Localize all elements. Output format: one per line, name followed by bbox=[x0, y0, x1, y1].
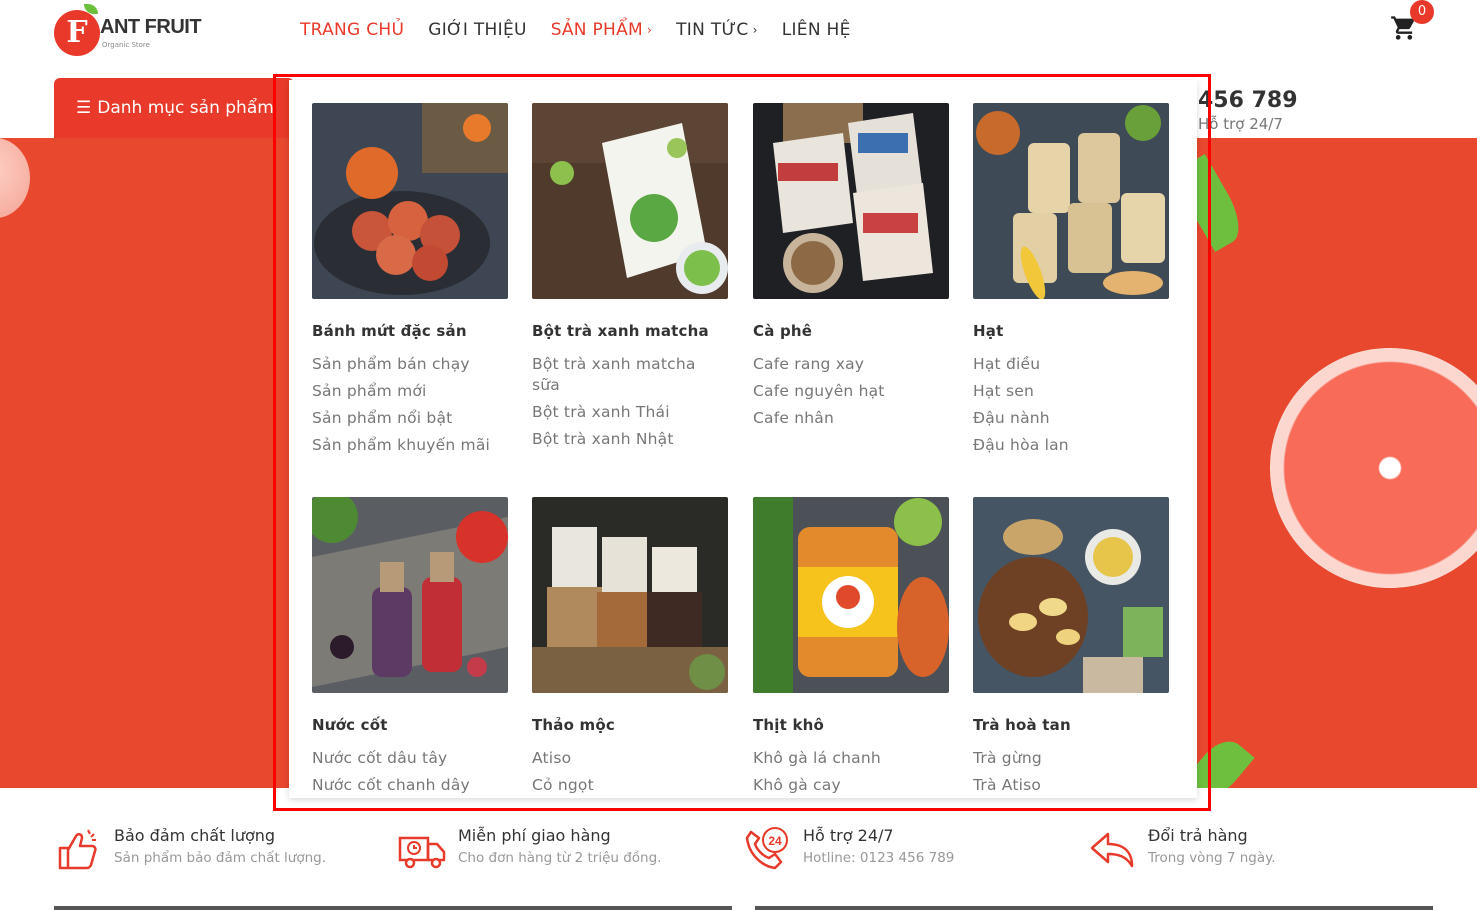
thumbs-up-icon bbox=[58, 829, 97, 870]
main-nav: TRANG CHỦ GIỚI THIỆU SẢN PHẨM › TIN TỨC … bbox=[300, 20, 851, 40]
nav-item-label: LIÊN HỆ bbox=[781, 20, 851, 40]
feature-title: Bảo đảm chất lượng bbox=[114, 826, 276, 845]
phone-24-icon: 24 bbox=[745, 827, 788, 870]
cart-count-badge: 0 bbox=[1410, 0, 1434, 24]
section-divider bbox=[54, 906, 732, 910]
feature-subtitle: Sản phẩm bảo đảm chất lượng. bbox=[114, 850, 327, 866]
feature-title: Hỗ trợ 24/7 bbox=[803, 826, 894, 845]
section-divider bbox=[755, 906, 1433, 910]
nav-item-label: GIỚI THIỆU bbox=[428, 20, 527, 40]
truck-icon bbox=[398, 836, 446, 869]
hotline: 456 789 Hỗ trợ 24/7 bbox=[1198, 88, 1298, 133]
nav-item-home[interactable]: TRANG CHỦ bbox=[300, 20, 404, 40]
logo[interactable]: F ANT FRUIT Organic Store bbox=[54, 4, 214, 56]
chevron-right-icon: › bbox=[647, 23, 653, 37]
page: F ANT FRUIT Organic Store TRANG CHỦ GIỚI… bbox=[0, 0, 1477, 910]
logo-mark: F bbox=[54, 10, 100, 56]
nav-item-products[interactable]: SẢN PHẨM › bbox=[551, 20, 652, 40]
logo-tagline: Organic Store bbox=[102, 41, 150, 49]
nav-item-contact[interactable]: LIÊN HỆ bbox=[782, 20, 851, 40]
feature-title: Miễn phí giao hàng bbox=[458, 826, 611, 845]
return-arrow-icon bbox=[1090, 832, 1134, 868]
hotline-number: 456 789 bbox=[1198, 88, 1298, 113]
feature-title: Đổi trả hàng bbox=[1148, 826, 1248, 845]
nav-item-label: TRANG CHỦ bbox=[300, 20, 405, 40]
list-icon: ☰ bbox=[76, 98, 92, 118]
chevron-right-icon: › bbox=[752, 23, 758, 37]
highlight-box bbox=[273, 74, 1211, 811]
hotline-sub: Hỗ trợ 24/7 bbox=[1198, 115, 1283, 133]
feature-subtitle: Cho đơn hàng từ 2 triệu đồng. bbox=[458, 850, 662, 866]
site-header: F ANT FRUIT Organic Store TRANG CHỦ GIỚI… bbox=[0, 0, 1477, 78]
features-bar: Bảo đảm chất lượng Sản phẩm bảo đảm chất… bbox=[0, 810, 1477, 910]
grapefruit-decoration bbox=[1270, 348, 1477, 588]
svg-text:24: 24 bbox=[768, 834, 782, 848]
nav-item-label: TIN TỨC bbox=[676, 20, 749, 40]
logo-name: ANT FRUIT bbox=[100, 16, 202, 38]
nav-item-news[interactable]: TIN TỨC › bbox=[676, 20, 758, 40]
category-menu-button[interactable]: ☰ Danh mục sản phẩm bbox=[54, 78, 294, 138]
nav-item-label: SẢN PHẨM bbox=[550, 20, 644, 40]
feature-subtitle: Hotline: 0123 456 789 bbox=[803, 850, 955, 866]
nav-item-about[interactable]: GIỚI THIỆU bbox=[428, 20, 527, 40]
feature-subtitle: Trong vòng 7 ngày. bbox=[1148, 850, 1276, 866]
category-menu-label: Danh mục sản phẩm bbox=[97, 98, 274, 118]
peach-decoration bbox=[0, 138, 30, 218]
